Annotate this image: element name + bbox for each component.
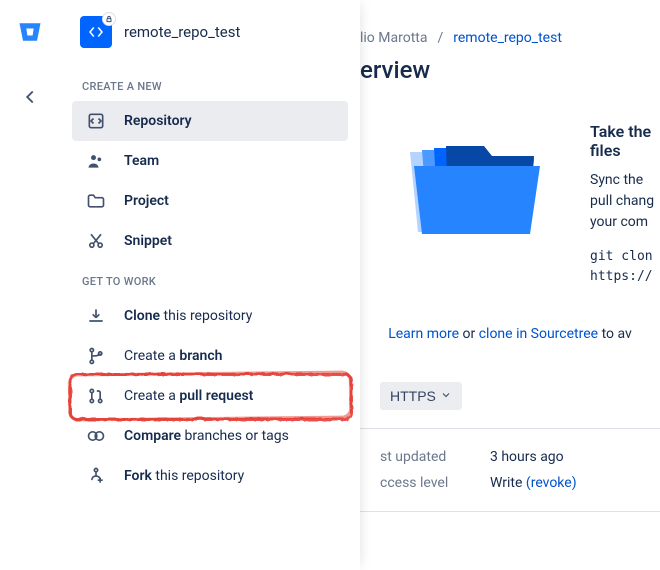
breadcrumb: lio Marotta / remote_repo_test xyxy=(360,30,660,56)
menu-label: Compare branches or tags xyxy=(124,428,289,444)
back-icon[interactable] xyxy=(19,86,41,112)
chevron-down-icon xyxy=(440,388,452,404)
create-branch[interactable]: Create a branch xyxy=(72,336,348,376)
meta-updated-value: 3 hours ago xyxy=(490,449,660,465)
repo-avatar xyxy=(80,16,112,48)
menu-label: Project xyxy=(124,193,169,209)
fork-repository[interactable]: Fork this repository xyxy=(72,456,348,496)
meta-updated-label: st updated xyxy=(380,449,490,465)
lock-badge-icon xyxy=(102,12,116,26)
repo-meta: st updated 3 hours ago ccess level Write… xyxy=(360,428,660,512)
section-label-work: GET TO WORK xyxy=(72,261,348,296)
clone-command: git clon https:// xyxy=(590,247,660,286)
team-icon xyxy=(84,151,108,171)
page-title: erview xyxy=(360,56,660,102)
pull-request-icon xyxy=(84,386,108,406)
learn-row: Learn more or clone in Sourcetree to av xyxy=(360,306,660,372)
create-flyout-panel: remote_repo_test CREATE A NEW Repository… xyxy=(60,0,360,570)
breadcrumb-owner[interactable]: lio Marotta xyxy=(360,30,427,46)
clone-sourcetree-link[interactable]: clone in Sourcetree xyxy=(479,326,598,342)
breadcrumb-separator: / xyxy=(437,30,443,46)
breadcrumb-repo[interactable]: remote_repo_test xyxy=(453,30,562,46)
compare-branches[interactable]: Compare branches or tags xyxy=(72,416,348,456)
meta-access-value: Write (revoke) xyxy=(490,475,660,491)
menu-label: Repository xyxy=(124,113,192,129)
repository-icon xyxy=(84,111,108,131)
download-icon xyxy=(84,306,108,326)
menu-label: Clone this repository xyxy=(124,308,252,324)
create-pull-request[interactable]: Create a pull request xyxy=(72,376,348,416)
revoke-link[interactable]: (revoke) xyxy=(526,475,577,491)
folder-icon xyxy=(84,191,108,211)
repo-title: remote_repo_test xyxy=(124,23,240,41)
create-snippet[interactable]: Snippet xyxy=(72,221,348,261)
onboard-heading: Take the files xyxy=(590,122,660,170)
learn-more-link[interactable]: Learn more xyxy=(388,326,459,342)
bitbucket-logo-icon[interactable] xyxy=(16,18,44,50)
menu-label: Create a branch xyxy=(124,348,222,364)
create-team[interactable]: Team xyxy=(72,141,348,181)
create-repository[interactable]: Repository xyxy=(72,101,348,141)
menu-label: Team xyxy=(124,153,159,169)
folder-illustration-icon xyxy=(400,122,550,246)
clone-protocol-select[interactable]: HTTPS xyxy=(380,382,462,410)
menu-label: Create a pull request xyxy=(124,388,253,404)
create-project[interactable]: Project xyxy=(72,181,348,221)
branch-icon xyxy=(84,346,108,366)
scissors-icon xyxy=(84,231,108,251)
menu-label: Snippet xyxy=(124,233,172,249)
fork-icon xyxy=(84,466,108,486)
compare-icon xyxy=(84,426,108,446)
meta-access-label: ccess level xyxy=(380,475,490,491)
section-label-create: CREATE A NEW xyxy=(72,66,348,101)
onboard-body: Sync the pull chang your com xyxy=(590,170,660,247)
menu-label: Fork this repository xyxy=(124,468,244,484)
clone-repository[interactable]: Clone this repository xyxy=(72,296,348,336)
